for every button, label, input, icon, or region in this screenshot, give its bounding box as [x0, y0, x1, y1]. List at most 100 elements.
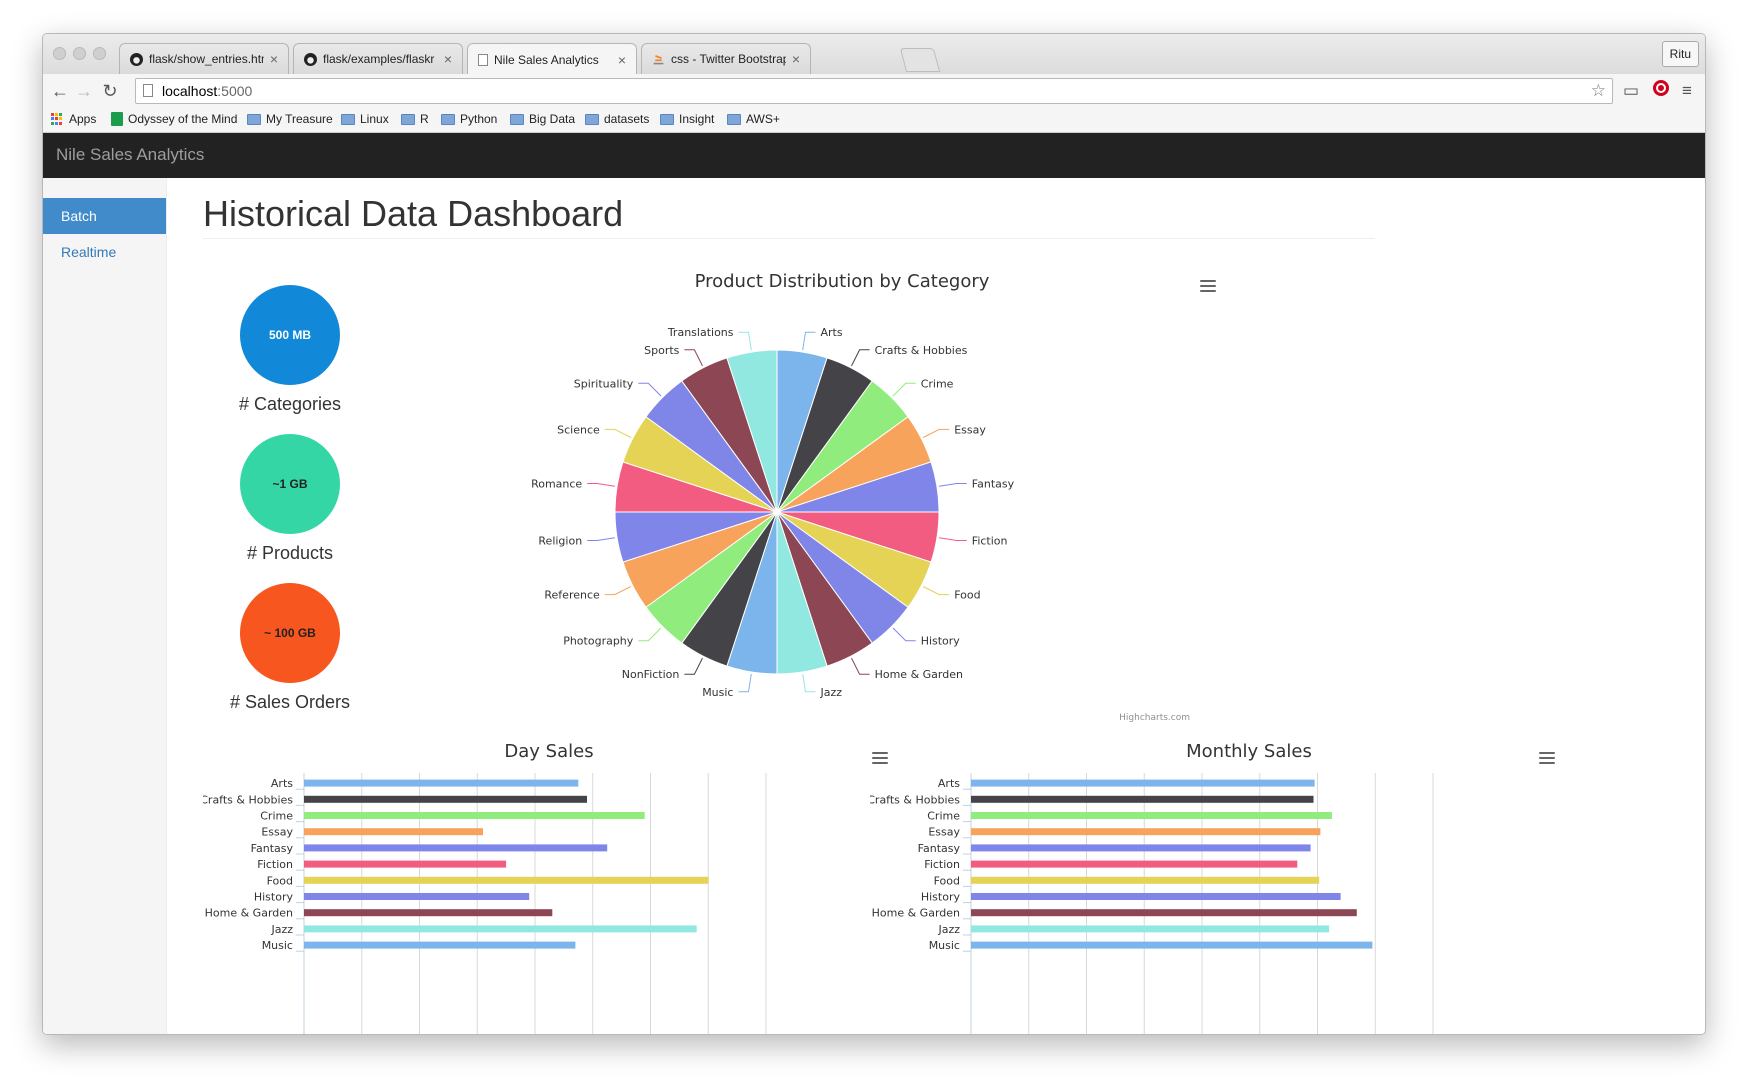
zoom-window-button[interactable]	[93, 47, 106, 60]
profile-button[interactable]: Ritu	[1661, 41, 1699, 67]
sidebar-item-realtime[interactable]: Realtime	[43, 234, 166, 270]
bar-food[interactable]	[304, 876, 709, 884]
category-label: Crafts & Hobbies	[870, 793, 960, 806]
bar-history[interactable]	[304, 893, 530, 900]
bookmark-aws[interactable]: AWS+	[727, 112, 780, 126]
bookmark-label: Big Data	[529, 112, 576, 126]
category-label: Jazz	[937, 923, 960, 936]
menu-icon[interactable]: ≡	[1675, 79, 1699, 103]
pie-connector	[587, 483, 616, 487]
pie-label: Essay	[954, 423, 986, 436]
bar-fantasy[interactable]	[971, 844, 1311, 852]
pie-connector	[587, 537, 616, 541]
bar-arts[interactable]	[304, 779, 579, 787]
github-icon	[304, 52, 317, 66]
bookmark-big-data[interactable]: Big Data	[510, 112, 575, 126]
category-label: Crime	[927, 810, 960, 823]
pie-connector	[684, 349, 703, 367]
category-label: Crime	[260, 810, 293, 823]
bar-crime[interactable]	[304, 812, 645, 819]
bookmark-apps[interactable]: Apps	[51, 112, 96, 126]
bookmark-star-icon[interactable]: ☆	[1591, 79, 1606, 103]
tab-title: flask/show_entries.html at	[149, 52, 264, 66]
close-tab-icon[interactable]: ×	[444, 51, 452, 67]
folder-icon	[247, 113, 261, 125]
tab-css-twitter-bootstrap[interactable]: css - Twitter Bootstrap - ac ×	[641, 43, 811, 74]
bar-fiction[interactable]	[971, 860, 1298, 868]
category-label: Jazz	[270, 923, 293, 936]
bookmark-linux[interactable]: Linux	[341, 112, 389, 126]
pie-label: Spirituality	[574, 377, 634, 390]
close-window-button[interactable]	[53, 47, 66, 60]
close-tab-icon[interactable]: ×	[270, 51, 278, 67]
highcharts-credits[interactable]: Highcharts.com	[1119, 713, 1190, 723]
pie-label: Arts	[821, 326, 843, 339]
chart-context-menu-icon[interactable]	[1200, 280, 1216, 292]
bookmark-label: My Treasure	[266, 112, 333, 126]
bar-essay[interactable]	[971, 828, 1321, 836]
bar-essay[interactable]	[304, 828, 483, 836]
pie-connector	[684, 657, 703, 675]
bar-arts[interactable]	[971, 779, 1315, 787]
reload-icon[interactable]: ↻	[99, 80, 121, 102]
bar-crafts-and-hobbies[interactable]	[971, 795, 1314, 803]
bookmarks-bar: Apps Odyssey of the Mind My Treasure Lin…	[43, 108, 1705, 133]
bookmark-python[interactable]: Python	[441, 112, 497, 126]
bookmark-my-treasure[interactable]: My Treasure	[247, 112, 333, 126]
pie-label: Fiction	[972, 535, 1008, 548]
page-title: Historical Data Dashboard	[203, 193, 624, 234]
day-sales-chart-container: Day Sales Arts Crafts & Hobbies Crime Essay…	[200, 733, 893, 1034]
sidebar-item-batch[interactable]: Batch	[43, 198, 166, 234]
pie-label: Fantasy	[972, 478, 1015, 491]
category-label: History	[254, 891, 294, 904]
bookmark-label: Odyssey of the Mind	[128, 112, 238, 126]
pie-connector	[938, 537, 967, 541]
bar-home-and-garden[interactable]	[971, 909, 1357, 917]
back-icon[interactable]: ←	[49, 80, 71, 102]
stat-label: # Sales Orders	[229, 692, 351, 712]
close-tab-icon[interactable]: ×	[792, 51, 800, 67]
bar-home-and-garden[interactable]	[304, 909, 553, 917]
bar-jazz[interactable]	[971, 925, 1330, 933]
navbar-brand[interactable]: Nile Sales Analytics	[56, 145, 204, 165]
category-label: Home & Garden	[872, 907, 960, 920]
address-bar[interactable]: localhost:5000 ☆	[135, 78, 1613, 104]
pie-label: Reference	[544, 589, 600, 602]
pie-connector	[851, 349, 870, 367]
bar-food[interactable]	[971, 876, 1320, 884]
bar-music[interactable]	[304, 941, 576, 949]
extension-icon[interactable]	[1649, 79, 1673, 103]
new-tab-button[interactable]	[899, 48, 941, 72]
folder-icon	[401, 113, 415, 125]
bar-fantasy[interactable]	[304, 844, 608, 852]
category-label: Arts	[271, 777, 293, 790]
tab-title: css - Twitter Bootstrap - ac	[671, 52, 786, 66]
bar-crime[interactable]	[971, 812, 1332, 819]
pie-connector	[892, 382, 916, 397]
bookmark-odyssey[interactable]: Odyssey of the Mind	[111, 112, 237, 126]
bar-fiction[interactable]	[304, 860, 507, 868]
pie-connector	[638, 382, 662, 397]
bar-jazz[interactable]	[304, 925, 697, 933]
bar-crafts-and-hobbies[interactable]	[304, 795, 587, 803]
bar-music[interactable]	[971, 941, 1373, 949]
chart-context-menu-icon[interactable]	[1539, 752, 1555, 764]
tab-flask-examples[interactable]: flask/examples/flaskr at m ×	[293, 43, 463, 74]
bar-history[interactable]	[971, 893, 1341, 900]
bookmark-insight[interactable]: Insight	[660, 112, 714, 126]
close-tab-icon[interactable]: ×	[618, 52, 626, 68]
stat-products: ~1 GB # Products	[205, 434, 375, 564]
folder-icon	[510, 113, 524, 125]
monthly-sales-chart: Monthly Sales Arts Crafts & Hobbies Crime E…	[867, 741, 1434, 1034]
pie-label: Translations	[667, 326, 734, 339]
bookmark-label: Python	[460, 112, 498, 126]
bookmark-r[interactable]: R	[401, 112, 429, 126]
tab-flask-show-entries[interactable]: flask/show_entries.html at ×	[119, 43, 289, 74]
tab-nile-sales-analytics[interactable]: Nile Sales Analytics ×	[467, 43, 637, 75]
forward-icon[interactable]: →	[73, 80, 95, 102]
browser-toolbar: ← → ↻ localhost:5000 ☆ ▭ ≡	[43, 74, 1705, 108]
minimize-window-button[interactable]	[73, 47, 86, 60]
folder-icon	[660, 113, 674, 125]
cast-icon[interactable]: ▭	[1619, 79, 1643, 103]
bookmark-datasets[interactable]: datasets	[585, 112, 649, 126]
